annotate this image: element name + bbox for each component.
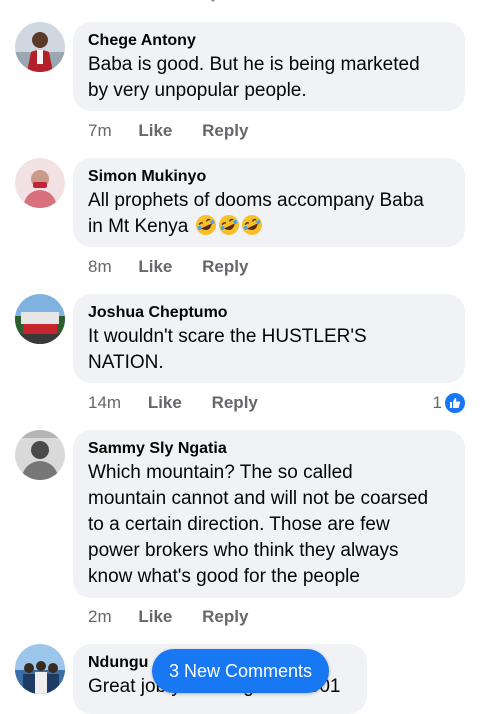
reply-button[interactable]: Reply	[202, 257, 248, 277]
comment-time[interactable]: 14m	[88, 393, 121, 413]
reaction-summary[interactable]: 1	[433, 392, 466, 414]
commenter-name[interactable]: Sammy Sly Ngatia	[88, 439, 450, 459]
avatar[interactable]	[15, 644, 65, 694]
chevron-down-icon	[210, 0, 216, 3]
comment-text: All prophets of dooms accompany Baba in …	[88, 188, 450, 240]
comment-text-line: Which mountain? The so called	[88, 462, 353, 483]
commenter-name[interactable]: Joshua Cheptumo	[88, 303, 450, 323]
comment-time[interactable]: 8m	[88, 257, 112, 277]
reply-button[interactable]: Reply	[202, 121, 248, 141]
reply-button[interactable]: Reply	[202, 607, 248, 627]
comment-text-line: All prophets of dooms accompany Baba	[88, 190, 424, 211]
like-button[interactable]: Like	[138, 121, 172, 141]
comment-text-line: mountain cannot and will not be coarsed	[88, 488, 429, 509]
comment-text-fragment: in Mt Kenya	[88, 216, 189, 237]
avatar[interactable]	[15, 430, 65, 480]
comment-bubble: Joshua Cheptumo It wouldn't scare the HU…	[73, 294, 465, 383]
comment-actions: 2m Like Reply	[88, 607, 248, 627]
comment-bubble: Simon Mukinyo All prophets of dooms acco…	[73, 158, 465, 247]
comment-bubble: Chege Antony Baba is good. But he is bei…	[73, 22, 465, 111]
comment-time[interactable]: 7m	[88, 121, 112, 141]
comment-text-line: in Mt Kenya	[88, 214, 450, 240]
comment-time[interactable]: 2m	[88, 607, 112, 627]
comment-text: Baba is good. But he is being marketed b…	[88, 52, 450, 104]
rolling-on-floor-laughing-icon	[218, 215, 239, 235]
reply-button[interactable]: Reply	[212, 393, 258, 413]
comment-text-line: Baba is good. But he is being marketed	[88, 54, 420, 75]
comment-bubble: Sammy Sly Ngatia Which mountain? The so …	[73, 430, 465, 598]
comment-text-line: power brokers who think they always	[88, 540, 399, 561]
commenter-name[interactable]: Simon Mukinyo	[88, 167, 450, 187]
comment-text: It wouldn't scare the HUSTLER'S NATION.	[88, 324, 450, 376]
comment-actions: 8m Like Reply	[88, 257, 248, 277]
avatar[interactable]	[15, 158, 65, 208]
rolling-on-floor-laughing-icon	[195, 215, 216, 235]
comment-text-line: It wouldn't scare the HUSTLER'S	[88, 326, 367, 347]
avatar[interactable]	[15, 22, 65, 72]
comment-text-line: know what's good for the people	[88, 566, 360, 587]
like-button[interactable]: Like	[138, 257, 172, 277]
comment-text-line: by very unpopular people.	[88, 80, 307, 101]
new-comments-button[interactable]: 3 New Comments	[152, 649, 329, 693]
avatar[interactable]	[15, 294, 65, 344]
comment-text-line: NATION.	[88, 352, 164, 373]
comment-text-line: to a certain direction. Those are few	[88, 514, 390, 535]
comment-text: Which mountain? The so called mountain c…	[88, 460, 450, 590]
like-button[interactable]: Like	[138, 607, 172, 627]
rolling-on-floor-laughing-icon	[241, 215, 262, 235]
reaction-count: 1	[432, 393, 442, 412]
like-button[interactable]: Like	[148, 393, 182, 413]
comment-actions: 14m Like Reply	[88, 393, 258, 413]
commenter-name[interactable]: Chege Antony	[88, 31, 450, 51]
thumbs-up-icon	[444, 392, 466, 414]
comment-actions: 7m Like Reply	[88, 121, 248, 141]
